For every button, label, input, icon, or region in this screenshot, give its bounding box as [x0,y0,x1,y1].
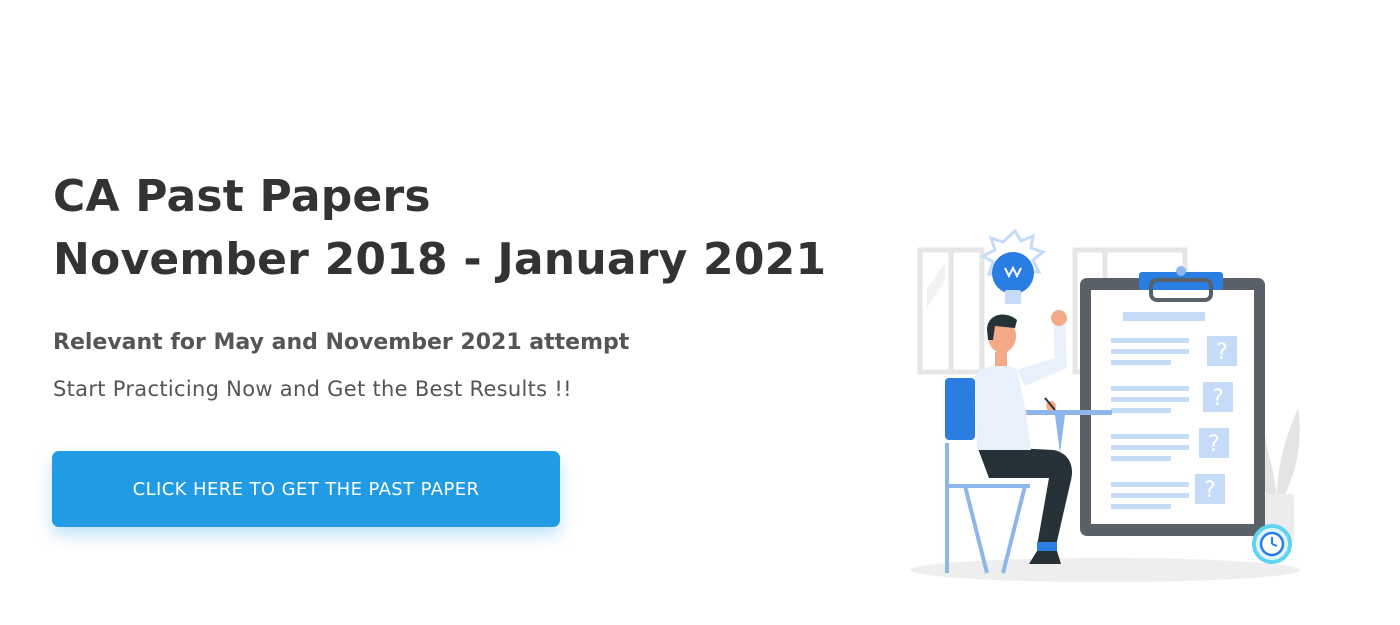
hero-text: CA Past Papers November 2018 - January 2… [53,165,893,403]
floor-shadow [910,558,1300,582]
tagline: Start Practicing Now and Get the Best Re… [53,377,572,401]
hero-banner: CA Past Papers November 2018 - January 2… [0,0,1400,625]
question-mark: ? [1212,386,1224,411]
title-line-1: CA Past Papers [53,171,431,222]
student-illustration: ? ? ? ? [910,228,1300,582]
student [975,310,1073,564]
question-mark: ? [1208,432,1220,457]
lightbulb-icon [979,228,1047,304]
clipboard-icon: ? ? ? ? [1080,266,1265,536]
clock-icon [1252,524,1292,564]
question-mark: ? [1204,478,1216,503]
page-title: CA Past Papers November 2018 - January 2… [53,165,893,291]
get-past-paper-button[interactable]: CLICK HERE TO GET THE PAST PAPER [52,451,560,527]
subtitle: Relevant for May and November 2021 attem… [53,330,630,355]
question-mark: ? [1216,340,1228,365]
title-line-2: November 2018 - January 2021 [53,234,827,285]
